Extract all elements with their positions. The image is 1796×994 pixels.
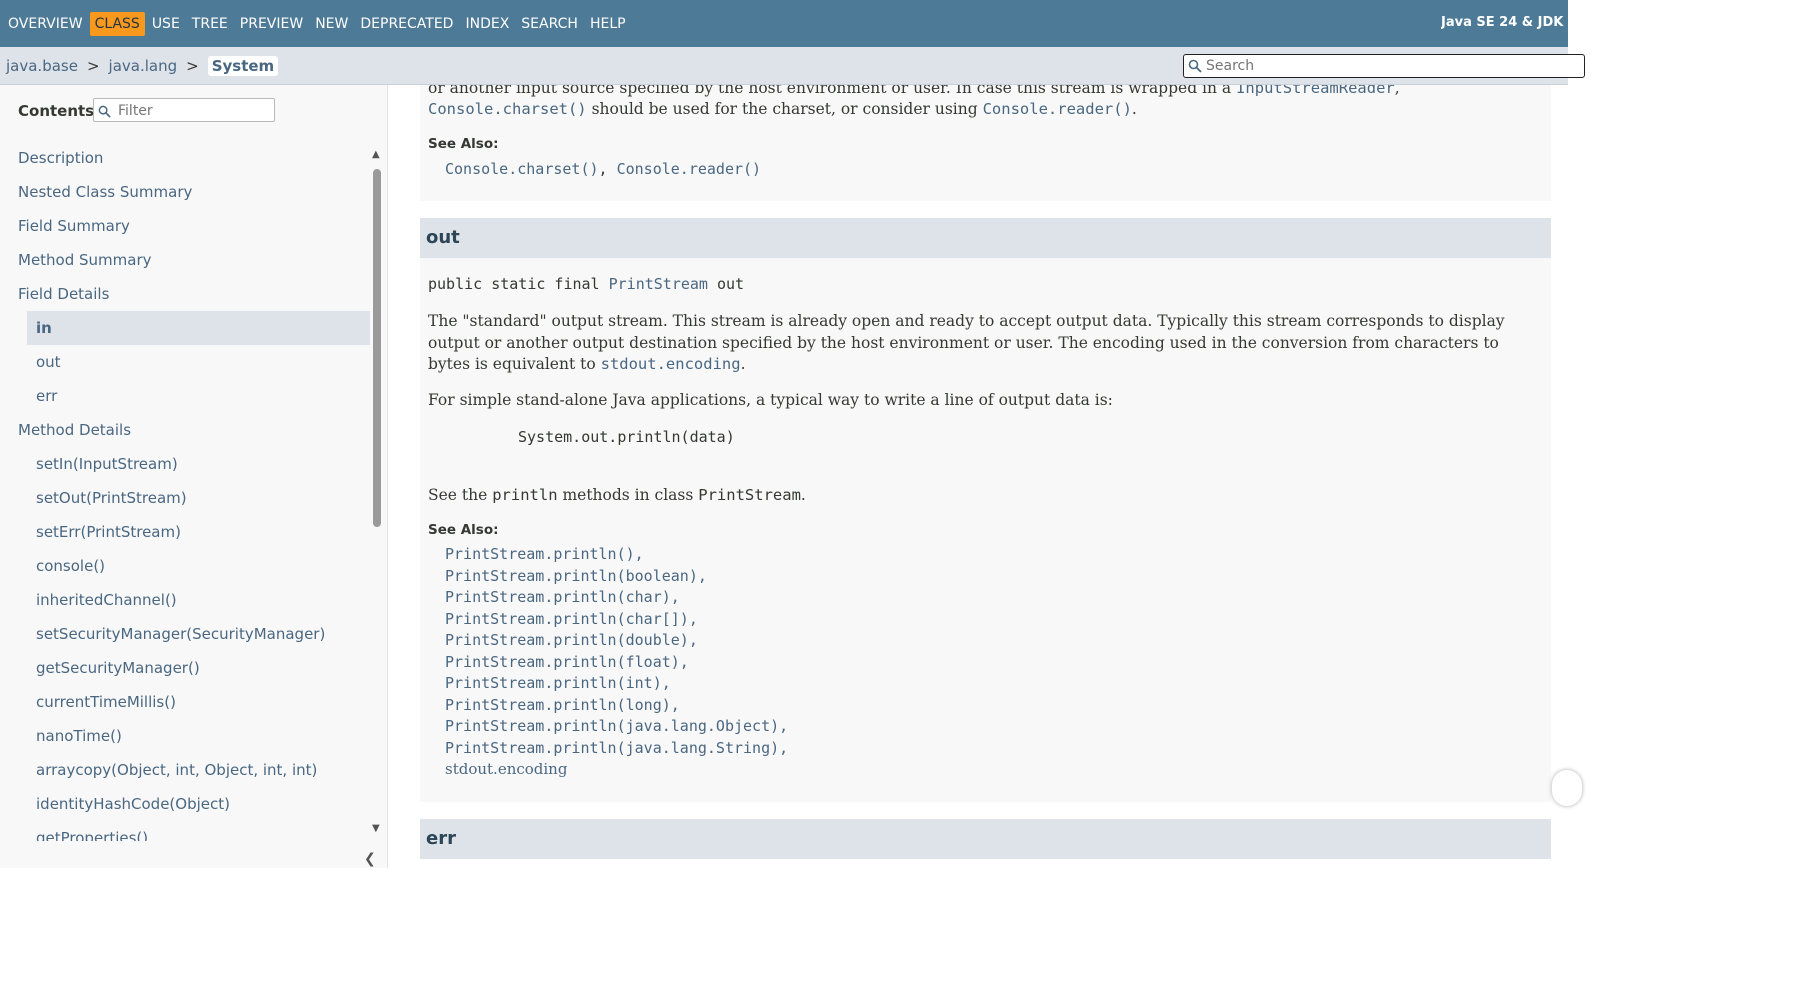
breadcrumb-separator: > xyxy=(186,57,199,75)
nav-item-deprecated[interactable]: DEPRECATED xyxy=(355,12,458,36)
breadcrumb: java.base > java.lang > System xyxy=(6,56,279,76)
toc-item[interactable]: setErr(PrintStream) xyxy=(27,515,370,549)
sub-navigation-bar: java.base > java.lang > System xyxy=(0,47,1585,85)
see-also-link[interactable]: PrintStream.println(boolean), xyxy=(445,567,707,585)
nav-item-help[interactable]: HELP xyxy=(585,12,631,36)
toc-item[interactable]: getSecurityManager() xyxy=(27,651,370,685)
nav-item-index[interactable]: INDEX xyxy=(460,12,514,36)
see-also-link[interactable]: PrintStream.println(java.lang.String), xyxy=(445,739,788,757)
code-example: System.out.println(data) xyxy=(518,428,735,446)
inputstreamreader-link[interactable]: InputStreamReader xyxy=(1236,85,1395,97)
toc-item[interactable]: currentTimeMillis() xyxy=(27,685,370,719)
see-also-link[interactable]: Console.reader() xyxy=(617,160,762,178)
toc-item[interactable]: in xyxy=(27,311,370,345)
see-also-link[interactable]: PrintStream.println(long), xyxy=(445,696,680,714)
filter-box[interactable] xyxy=(93,98,275,122)
search-icon xyxy=(98,103,111,122)
see-also-link[interactable]: stdout.encoding xyxy=(445,760,567,778)
toc-item[interactable]: nanoTime() xyxy=(27,719,370,753)
toc-item[interactable]: getProperties() xyxy=(27,821,370,841)
see-also-link[interactable]: PrintStream.println(char), xyxy=(445,588,680,606)
toc-item[interactable]: out xyxy=(27,345,370,379)
toc-item[interactable]: Method Details xyxy=(0,413,370,447)
top-navigation-bar: OVERVIEW CLASS USE TREE PREVIEW NEW DEPRECATED… xyxy=(0,0,1568,47)
out-section-heading: out xyxy=(420,218,1551,258)
toc-item[interactable]: Method Summary xyxy=(0,243,370,277)
nav-item-tree[interactable]: TREE xyxy=(187,12,233,36)
toc-item[interactable]: arraycopy(Object, int, Object, int, int) xyxy=(27,753,370,787)
in-see-also-list: Console.charset(), Console.reader() xyxy=(445,160,762,178)
jdk-version-title: Java SE 24 & JDK 24 xyxy=(1441,15,1568,30)
toc-list: Description Nested Class Summary Field Sum… xyxy=(0,141,370,841)
toc-item[interactable]: console() xyxy=(27,549,370,583)
sidebar-scrollbar[interactable]: ▲ ▼ xyxy=(371,147,383,837)
nav-item-class[interactable]: CLASS xyxy=(89,11,145,36)
console-charset-link[interactable]: Console.charset() xyxy=(428,100,587,118)
toc-header: Contents xyxy=(18,98,275,122)
see-also-link[interactable]: PrintStream.println(float), xyxy=(445,653,689,671)
scroll-down-arrow-icon[interactable]: ▼ xyxy=(372,823,380,834)
nav-item-search[interactable]: SEARCH xyxy=(516,12,583,36)
main-content: or another input source specified by the… xyxy=(388,85,1568,868)
toc-item[interactable]: Field Details xyxy=(0,277,370,311)
toc-item[interactable]: Nested Class Summary xyxy=(0,175,370,209)
see-also-link[interactable]: PrintStream.println(int), xyxy=(445,674,671,692)
breadcrumb-class-link[interactable]: System xyxy=(207,56,279,76)
out-signature: public static final PrintStream out xyxy=(428,275,745,293)
toc-item[interactable]: setIn(InputStream) xyxy=(27,447,370,481)
search-box[interactable] xyxy=(1183,54,1585,78)
breadcrumb-module-link[interactable]: java.base xyxy=(6,57,78,75)
console-reader-link[interactable]: Console.reader() xyxy=(983,100,1132,118)
see-also-link[interactable]: PrintStream.println(java.lang.Object), xyxy=(445,717,788,735)
toc-item[interactable]: inheritedChannel() xyxy=(27,583,370,617)
see-also-link[interactable]: PrintStream.println(double), xyxy=(445,631,698,649)
toc-item[interactable]: err xyxy=(27,379,370,413)
scroll-up-arrow-icon[interactable]: ▲ xyxy=(372,149,380,160)
nav-item-use[interactable]: USE xyxy=(147,12,185,36)
toc-item[interactable]: setOut(PrintStream) xyxy=(27,481,370,515)
toc-item[interactable]: identityHashCode(Object) xyxy=(27,787,370,821)
see-also-link[interactable]: PrintStream.println(char[]), xyxy=(445,610,698,628)
breadcrumb-separator: > xyxy=(86,57,100,75)
see-also-label: See Also: xyxy=(428,522,499,538)
out-usage-text: For simple stand-alone Java applications… xyxy=(428,391,1113,409)
nav-item-new[interactable]: NEW xyxy=(310,12,353,36)
breadcrumb-package-link[interactable]: java.lang xyxy=(109,57,178,75)
in-description-line1: or another input source specified by the… xyxy=(428,85,1538,100)
nav-list: OVERVIEW CLASS USE TREE PREVIEW NEW DEPRECATED… xyxy=(3,11,633,36)
nav-item-preview[interactable]: PREVIEW xyxy=(235,12,308,36)
see-also-link[interactable]: Console.charset() xyxy=(445,160,599,178)
out-see-also-list: PrintStream.println(), PrintStream.printl… xyxy=(445,544,788,781)
search-input[interactable] xyxy=(1204,56,1568,76)
toc-item[interactable]: setSecurityManager(SecurityManager) xyxy=(27,617,370,651)
err-section-heading: err xyxy=(420,819,1551,859)
in-description-line2: Console.charset() should be used for the… xyxy=(428,100,1137,118)
see-also-label: See Also: xyxy=(428,136,499,152)
search-icon xyxy=(1188,58,1202,77)
floating-assistant-button[interactable] xyxy=(1552,770,1582,806)
scrollbar-thumb[interactable] xyxy=(373,169,381,527)
toc-item[interactable]: Description xyxy=(0,141,370,175)
stdout-encoding-link[interactable]: stdout.encoding xyxy=(601,355,741,373)
contents-sidebar: Contents DescriptionNested Class Summary… xyxy=(0,85,388,868)
printstream-type-link[interactable]: PrintStream xyxy=(609,275,708,293)
out-heading-text: out xyxy=(426,227,460,248)
collapse-sidebar-icon[interactable]: ❮ xyxy=(364,851,376,867)
toc-item[interactable]: Field Summary xyxy=(0,209,370,243)
nav-item-overview[interactable]: OVERVIEW xyxy=(3,12,88,36)
out-description: The "standard" output stream. This strea… xyxy=(428,312,1505,373)
filter-input[interactable] xyxy=(116,101,270,121)
contents-label: Contents xyxy=(18,102,95,120)
err-heading-text: err xyxy=(426,828,456,849)
see-also-link[interactable]: PrintStream.println(), xyxy=(445,545,644,563)
out-println-note: See the println methods in class PrintSt… xyxy=(428,486,806,504)
